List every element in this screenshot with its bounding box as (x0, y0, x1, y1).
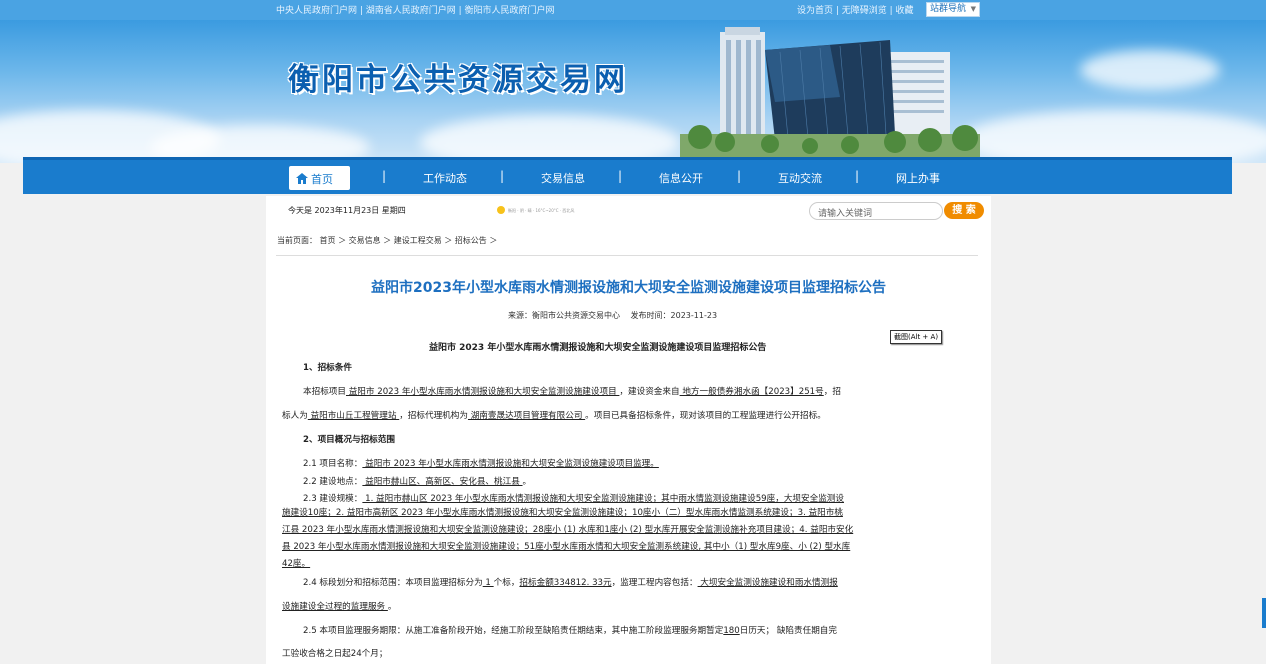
nav-separator: | (500, 169, 505, 183)
nav-separator: | (618, 169, 623, 183)
gov-portal-links[interactable]: 中央人民政府门户网 | 湖南省人民政府门户网 | 衡阳市人民政府门户网 (276, 3, 555, 16)
site-title: 衡阳市公共资源交易网 (288, 62, 628, 98)
nav-item-interaction[interactable]: 互动交流 (778, 170, 822, 186)
paragraph: 2.5 本项目监理服务期限：从施工准备阶段开始，经施工阶段至缺陷责任期结束，其中… (303, 626, 837, 636)
paragraph: 县 2023 年小型水库雨水情测报设施和大坝安全监测设施建设；51座小型水库雨水… (282, 542, 851, 552)
paragraph: 2.4 标段划分和招标范围：本项目监理招标分为 1 个标，招标金额334812.… (303, 578, 838, 588)
paragraph: 2.3 建设规模： 1. 益阳市赫山区 2023 年小型水库雨水情测报设施和大坝… (303, 494, 844, 504)
weather-text: 衡阳 · 阴 · 晴 · 16°C~20°C · 西北风 (508, 208, 575, 213)
section-heading: 2、项目概况与招标范围 (303, 435, 395, 445)
paragraph: 42座。 (282, 559, 311, 569)
top-bar: 中央人民政府门户网 | 湖南省人民政府门户网 | 衡阳市人民政府门户网 设为首页… (0, 0, 1266, 20)
paragraph: 施建设10座；2. 益阳市高新区 2023 年小型水库雨水情测报设施和大坝安全监… (282, 508, 843, 518)
breadcrumb[interactable]: 当前页面： 首页 ＞ 交易信息 ＞ 建设工程交易 ＞ 招标公告 ＞ (277, 235, 497, 246)
nav-home[interactable]: 首页 (289, 166, 350, 190)
paragraph: 江县 2023 年小型水库雨水情测报设施和大坝安全监测设施建设；28座小 (1)… (282, 525, 854, 535)
paragraph: 2.1 项目名称： 益阳市 2023 年小型水库雨水情测报设施和大坝安全监测设施… (303, 459, 659, 469)
nav-item-trading[interactable]: 交易信息 (541, 170, 585, 186)
site-nav-label: 站群导航 (930, 4, 967, 14)
page-title: 益阳市2023年小型水库雨水情测报设施和大坝安全监测设施建设项目监理招标公告 (371, 280, 886, 296)
nav-home-label: 首页 (311, 173, 333, 186)
paragraph: 标人为 益阳市山丘工程管理站 ，招标代理机构为 湖南壹晟达项目管理有限公司 。项… (282, 411, 826, 421)
building-image (680, 27, 980, 163)
search-button[interactable]: 搜 索 (944, 202, 984, 219)
section-heading: 1、招标条件 (303, 363, 352, 373)
info-strip: 今天是 2023年11月23日 星期四 衡阳 · 阴 · 晴 · 16°C~20… (266, 196, 991, 224)
article-container: 当前页面： 首页 ＞ 交易信息 ＞ 建设工程交易 ＞ 招标公告 ＞ 益阳市202… (266, 224, 991, 664)
nav-separator: | (382, 169, 387, 183)
article-subtitle: 益阳市 2023 年小型水库雨水情测报设施和大坝安全监测设施建设项目监理招标公告 (429, 343, 767, 353)
side-float-tab[interactable] (1262, 598, 1266, 628)
sun-icon (497, 206, 505, 214)
nav-item-disclosure[interactable]: 信息公开 (659, 170, 703, 186)
paragraph: 工验收合格之日起24个月； (282, 649, 388, 659)
divider (276, 255, 978, 256)
paragraph: 本招标项目 益阳市 2023 年小型水库雨水情测报设施和大坝安全监测设施建设项目… (303, 387, 841, 397)
paragraph: 设施建设全过程的监理服务 。 (282, 602, 397, 612)
nav-item-work[interactable]: 工作动态 (423, 170, 467, 186)
paragraph: 2.2 建设地点： 益阳市赫山区、高新区、安化县、桃江县 。 (303, 477, 532, 487)
nav-separator: | (855, 169, 860, 183)
search-placeholder: 请输入关键词 (818, 209, 873, 219)
nav-item-online-service[interactable]: 网上办事 (896, 170, 940, 186)
chevron-down-icon: ▼ (970, 5, 976, 13)
header-banner: 衡阳市公共资源交易网 (0, 20, 1266, 163)
home-icon (296, 173, 308, 184)
site-nav-select[interactable]: 站群导航 ▼ (926, 2, 980, 17)
main-nav: 首页 | 工作动态 | 交易信息 | 信息公开 | 互动交流 | 网上办事 (23, 157, 1232, 194)
screenshot-tooltip: 截图(Alt + A) (890, 330, 943, 344)
utility-links[interactable]: 设为首页 | 无障碍浏览 | 收藏 (797, 3, 914, 16)
today-date: 今天是 2023年11月23日 星期四 (288, 206, 406, 215)
article-meta: 来源：衡阳市公共资源交易中心 发布时间：2023-11-23 (508, 311, 718, 320)
weather-widget: 衡阳 · 阴 · 晴 · 16°C~20°C · 西北风 (494, 206, 574, 214)
search-input[interactable]: 请输入关键词 (809, 202, 943, 220)
nav-separator: | (737, 169, 742, 183)
